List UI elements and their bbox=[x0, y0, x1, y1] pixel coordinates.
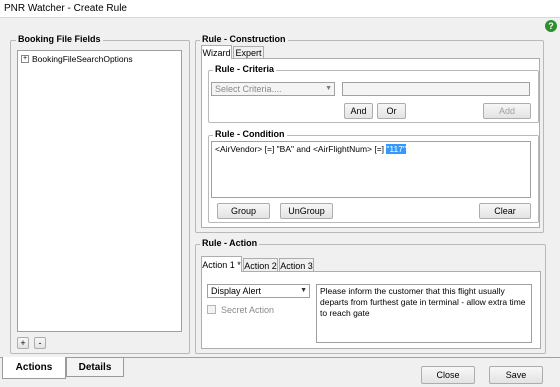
clear-button[interactable]: Clear bbox=[479, 203, 531, 219]
rule-criteria-label: Rule - Criteria bbox=[213, 64, 277, 75]
tab-actions[interactable]: Actions bbox=[2, 357, 66, 379]
save-button[interactable]: Save bbox=[489, 366, 543, 384]
and-button[interactable]: And bbox=[344, 103, 373, 119]
tree-node[interactable]: + BookingFileSearchOptions bbox=[21, 54, 133, 64]
ungroup-button[interactable]: UnGroup bbox=[280, 203, 333, 219]
group-button[interactable]: Group bbox=[217, 203, 270, 219]
remove-field-button[interactable]: - bbox=[34, 337, 46, 349]
tree-node-label: BookingFileSearchOptions bbox=[32, 54, 133, 64]
chevron-down-icon: ▼ bbox=[300, 287, 307, 294]
add-criteria-button[interactable]: Add bbox=[483, 103, 531, 119]
select-criteria-value: Select Criteria.... bbox=[215, 84, 282, 94]
condition-text: <AirVendor> [=] "BA" and <AirFlightNum> … bbox=[215, 144, 387, 154]
title-bar: PNR Watcher - Create Rule bbox=[0, 0, 560, 18]
or-button[interactable]: Or bbox=[377, 103, 406, 119]
rule-condition-label: Rule - Condition bbox=[213, 129, 287, 140]
secret-action-checkbox[interactable] bbox=[207, 305, 216, 314]
tab-action-3[interactable]: Action 3 bbox=[279, 258, 314, 272]
action-message-text-area[interactable]: Please inform the customer that this fli… bbox=[316, 284, 532, 343]
tab-wizard[interactable]: Wizard bbox=[201, 45, 232, 59]
window-title: PNR Watcher - Create Rule bbox=[4, 3, 127, 14]
help-icon[interactable]: ? bbox=[545, 20, 557, 32]
rule-construction-label: Rule - Construction bbox=[200, 34, 288, 45]
tab-action-2[interactable]: Action 2 bbox=[243, 258, 278, 272]
secret-action-label: Secret Action bbox=[221, 305, 275, 315]
booking-fields-tree[interactable]: + BookingFileSearchOptions bbox=[17, 50, 182, 332]
tab-action-1[interactable]: Action 1 * bbox=[201, 256, 242, 272]
add-field-button[interactable]: + bbox=[17, 337, 29, 349]
condition-text-area[interactable]: <AirVendor> [=] "BA" and <AirFlightNum> … bbox=[211, 141, 531, 198]
condition-selected-text: "117" bbox=[386, 144, 406, 154]
close-button[interactable]: Close bbox=[421, 366, 475, 384]
select-criteria-dropdown[interactable]: Select Criteria.... ▼ bbox=[211, 82, 335, 96]
tab-details[interactable]: Details bbox=[66, 357, 124, 377]
action-type-dropdown[interactable]: Display Alert ▼ bbox=[207, 284, 310, 298]
rule-action-label: Rule - Action bbox=[200, 238, 260, 249]
chevron-down-icon: ▼ bbox=[325, 85, 332, 92]
booking-file-fields-label: Booking File Fields bbox=[16, 34, 103, 45]
action-type-value: Display Alert bbox=[211, 286, 262, 296]
criteria-value-field[interactable] bbox=[342, 82, 530, 96]
expand-icon[interactable]: + bbox=[21, 55, 29, 63]
